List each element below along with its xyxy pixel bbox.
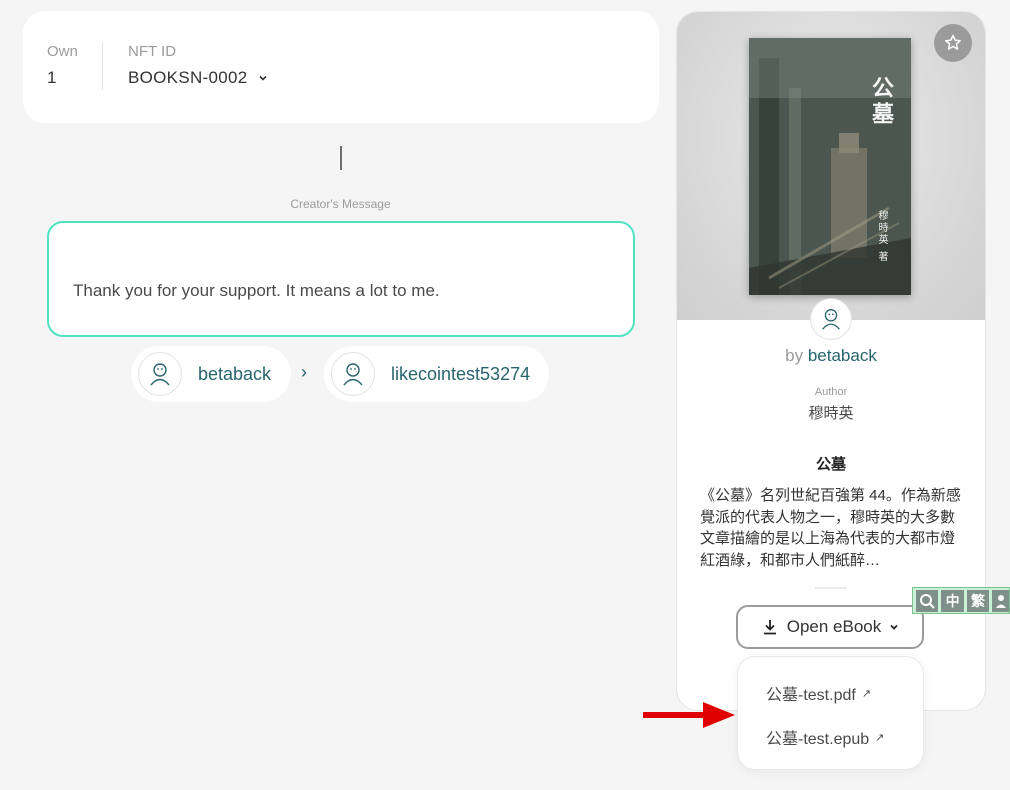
transfer-arrow: › [301,362,307,382]
download-icon [763,620,776,635]
own-value: 1 [47,68,57,87]
open-ebook-label: Open eBook [786,617,882,636]
creator-avatar[interactable] [810,298,852,340]
simplified-chinese-button[interactable]: 中 [941,589,964,612]
book-cover[interactable]: 公墓 穆時英 著 [749,38,911,295]
more-icon[interactable] [992,589,1010,612]
user-avatar-icon [822,309,840,330]
ebook-file-menu: 公墓-test.pdf ↗ 公墓-test.epub ↗ [737,656,924,770]
star-icon [945,34,961,50]
book-title: 公墓 [815,456,846,473]
nft-id-label: NFT ID [128,43,177,60]
file-menu-item-pdf[interactable]: 公墓-test.pdf ↗ [766,681,871,705]
person-icon [995,594,1006,608]
external-link-icon: ↗ [875,731,885,744]
page-root: Own 1 NFT ID BOOKSN-0002 Creator's Messa… [0,0,1010,790]
book-description: 《公墓》名列世紀百強第 44。作為新感覺派的代表人物之一，穆時英的大多數文章描繪… [700,487,961,569]
info-divider [102,42,103,90]
external-link-icon: ↗ [861,687,872,700]
from-username: betaback [198,363,272,384]
nft-id-value: BOOKSN-0002 [128,68,248,87]
creator-line: by betaback [677,346,985,366]
magnifier-icon [920,593,935,609]
author-name: 穆時英 [808,405,854,422]
traditional-chinese-button[interactable]: 繁 [966,589,990,612]
user-avatar-icon [150,363,170,386]
chevron-down-icon [890,624,898,630]
avatar [331,352,375,396]
creator-message-text: Thank you for your support. It means a l… [73,281,440,300]
own-label: Own [47,43,78,60]
file-name: 公墓-test.epub [766,731,870,748]
cover-area: 公墓 穆時英 著 [677,12,985,320]
nft-id-column: NFT ID BOOKSN-0002 [128,43,268,88]
creator-link[interactable]: betaback [808,346,877,365]
own-column: Own 1 [47,43,78,88]
open-ebook-button[interactable]: Open eBook [736,605,924,649]
to-username: likecointest53274 [391,363,531,384]
red-arrow-icon [643,702,735,728]
floating-translate-toolbar: 中 繁 [912,587,1010,614]
author-label: Author [814,386,848,398]
nft-info-card: Own 1 NFT ID BOOKSN-0002 [23,11,659,123]
creator-message-box: Thank you for your support. It means a l… [47,221,635,337]
to-user-pill[interactable]: likecointest53274 [324,346,549,402]
divider [815,587,847,589]
chevron-down-icon [258,75,267,81]
nft-id-select[interactable]: BOOKSN-0002 [128,68,268,88]
bookmark-button[interactable] [934,24,972,62]
by-prefix: by [785,346,804,365]
file-name: 公墓-test.pdf [766,687,856,704]
cover-title: 公墓 [868,76,894,128]
creator-message-label: Creator's Message [290,197,391,211]
cover-author: 穆時英 著 [876,210,887,264]
from-user-pill[interactable]: betaback [131,346,291,402]
avatar [138,352,182,396]
connector-line [340,146,342,170]
lookup-button[interactable] [916,589,939,612]
user-avatar-icon [343,363,363,386]
file-menu-item-epub[interactable]: 公墓-test.epub ↗ [766,725,884,749]
